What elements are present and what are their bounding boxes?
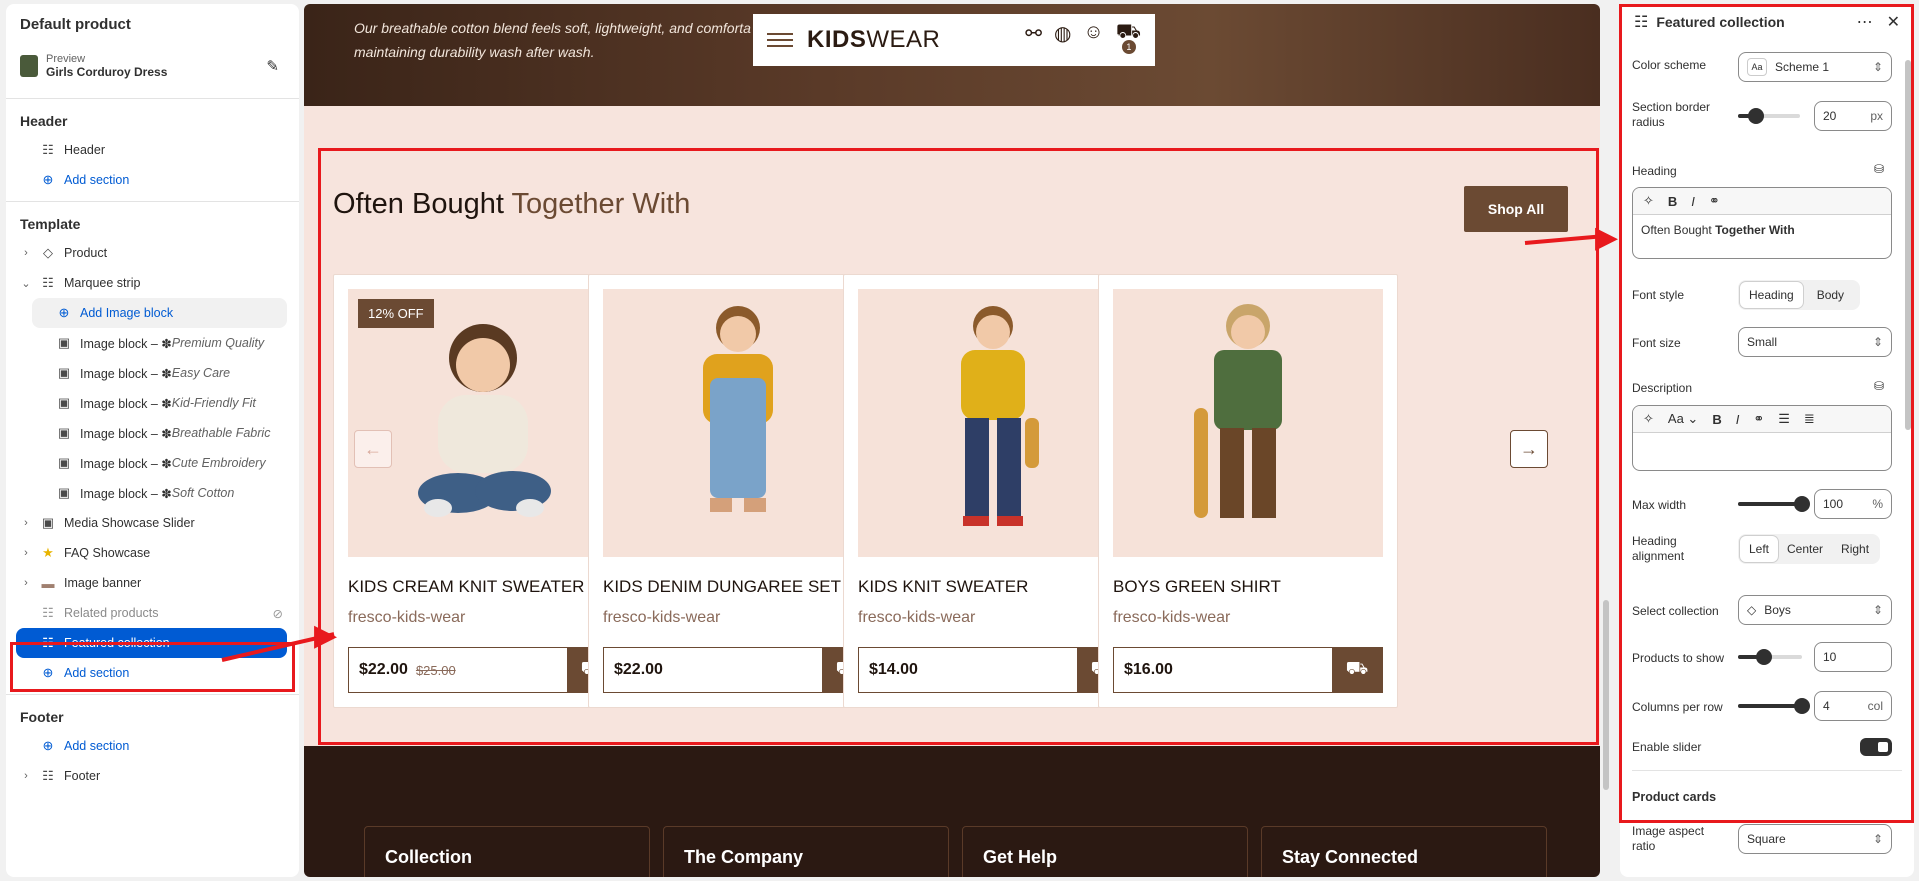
hero-text: Our breathable cotton blend feels soft, … [354, 20, 751, 60]
app-root: Default product Preview Girls Corduroy D… [0, 0, 1919, 881]
footer-group-title: Footer [20, 709, 64, 725]
preview-product-name: Girls Corduroy Dress [46, 65, 168, 79]
sidebar-item-faq-showcase[interactable]: › ★ FAQ Showcase [6, 538, 299, 568]
preview-scrollbar[interactable] [1603, 600, 1609, 790]
sidebar-item-product[interactable]: › ◇ Product [6, 238, 299, 268]
plus-circle-icon: ⊕ [42, 172, 54, 187]
annotation-box-section [318, 148, 1599, 745]
preview-selector[interactable]: Preview Girls Corduroy Dress ✎ [20, 46, 285, 86]
image-icon: ▣ [57, 335, 71, 350]
binoculars-icon[interactable]: ⚯ [1025, 21, 1042, 60]
image-block-item[interactable]: ▣ Image block – ✽ Cute Embroidery [6, 448, 299, 478]
chevron-right-icon[interactable]: › [20, 517, 32, 529]
sidebar-item-header[interactable]: ☷ Header [6, 135, 299, 165]
hamburger-menu-icon[interactable] [767, 33, 793, 47]
tag-icon: ◇ [43, 245, 53, 260]
add-section-header[interactable]: ⊕ Add section [6, 165, 299, 195]
header-group-title: Header [20, 113, 68, 129]
footer-col-help[interactable]: Get Help [962, 826, 1248, 877]
image-aspect-label: Image aspect ratio [1632, 824, 1705, 853]
sidebar-item-marquee-strip[interactable]: ⌄ ☷ Marquee strip [6, 268, 299, 298]
edit-pencil-icon[interactable]: ✎ [266, 57, 279, 75]
cart-count-badge: 1 [1121, 39, 1136, 54]
sidebar-item-footer[interactable]: › ☷ Footer [6, 761, 299, 791]
image-aspect-select[interactable]: Square ⇕ [1738, 824, 1892, 854]
chevron-right-icon[interactable]: › [20, 247, 32, 259]
annotation-arrowhead-sidebar: ▶ [314, 619, 338, 652]
add-image-block[interactable]: ⊕ Add Image block [32, 298, 287, 328]
star-icon: ★ [42, 545, 54, 560]
globe-icon[interactable]: ◍ [1054, 21, 1071, 60]
image-block-item[interactable]: ▣ Image block – ✽ Breathable Fabric [6, 418, 299, 448]
chevron-right-icon[interactable]: › [20, 547, 32, 559]
footer-col-collection[interactable]: Collection [364, 826, 650, 877]
select-arrows-icon: ⇕ [1872, 832, 1883, 846]
sidebar-item-image-banner[interactable]: › ▬ Image banner [6, 568, 299, 598]
image-icon: ▣ [57, 455, 71, 470]
layout-icon: ☷ [42, 142, 54, 157]
annotation-arrowhead-panel: ▶ [1595, 221, 1619, 254]
layout-icon: ☷ [42, 275, 54, 290]
annotation-box-panel [1619, 4, 1914, 823]
banner-thumb-icon: ▬ [41, 575, 55, 591]
chevron-right-icon[interactable]: › [20, 770, 32, 782]
image-icon: ▣ [57, 485, 71, 500]
chevron-right-icon[interactable]: › [20, 577, 32, 589]
product-thumbnail [20, 55, 38, 77]
footer-col-company[interactable]: The Company [663, 826, 949, 877]
add-section-footer[interactable]: ⊕ Add section [6, 731, 299, 761]
account-face-icon[interactable]: ☺ [1083, 21, 1103, 60]
sidebar-item-related-products[interactable]: ☷ Related products ⊘ [6, 598, 299, 628]
image-icon: ▣ [57, 395, 71, 410]
image-icon: ▣ [57, 425, 71, 440]
hidden-eye-icon[interactable]: ⊘ [273, 606, 283, 621]
layout-icon: ☷ [42, 605, 54, 620]
template-title: Default product [20, 16, 131, 33]
image-block-item[interactable]: ▣ Image block – ✽ Premium Quality [6, 328, 299, 358]
annotation-box-sidebar [10, 642, 295, 692]
chevron-down-icon[interactable]: ⌄ [20, 277, 32, 290]
footer-col-connected[interactable]: Stay Connected [1261, 826, 1547, 877]
sidebar-item-media-showcase[interactable]: › ▣ Media Showcase Slider [6, 508, 299, 538]
theme-sidebar: Default product Preview Girls Corduroy D… [6, 4, 299, 877]
plus-circle-icon: ⊕ [58, 305, 70, 320]
template-group-title: Template [20, 216, 81, 232]
image-icon: ▣ [41, 515, 55, 530]
layout-icon: ☷ [42, 768, 54, 783]
image-block-item[interactable]: ▣ Image block – ✽ Kid-Friendly Fit [6, 388, 299, 418]
image-block-item[interactable]: ▣ Image block – ✽ Easy Care [6, 358, 299, 388]
image-icon: ▣ [57, 365, 71, 380]
cart-icon[interactable]: ⛟ 1 [1116, 21, 1141, 60]
store-logo[interactable]: KIDSWEAR [807, 26, 940, 54]
image-block-item[interactable]: ▣ Image block – ✽ Soft Cotton [6, 478, 299, 508]
plus-circle-icon: ⊕ [42, 738, 54, 753]
store-navbar: KIDSWEAR ⚯ ◍ ☺ ⛟ 1 [753, 14, 1155, 66]
preview-label: Preview [46, 53, 86, 65]
